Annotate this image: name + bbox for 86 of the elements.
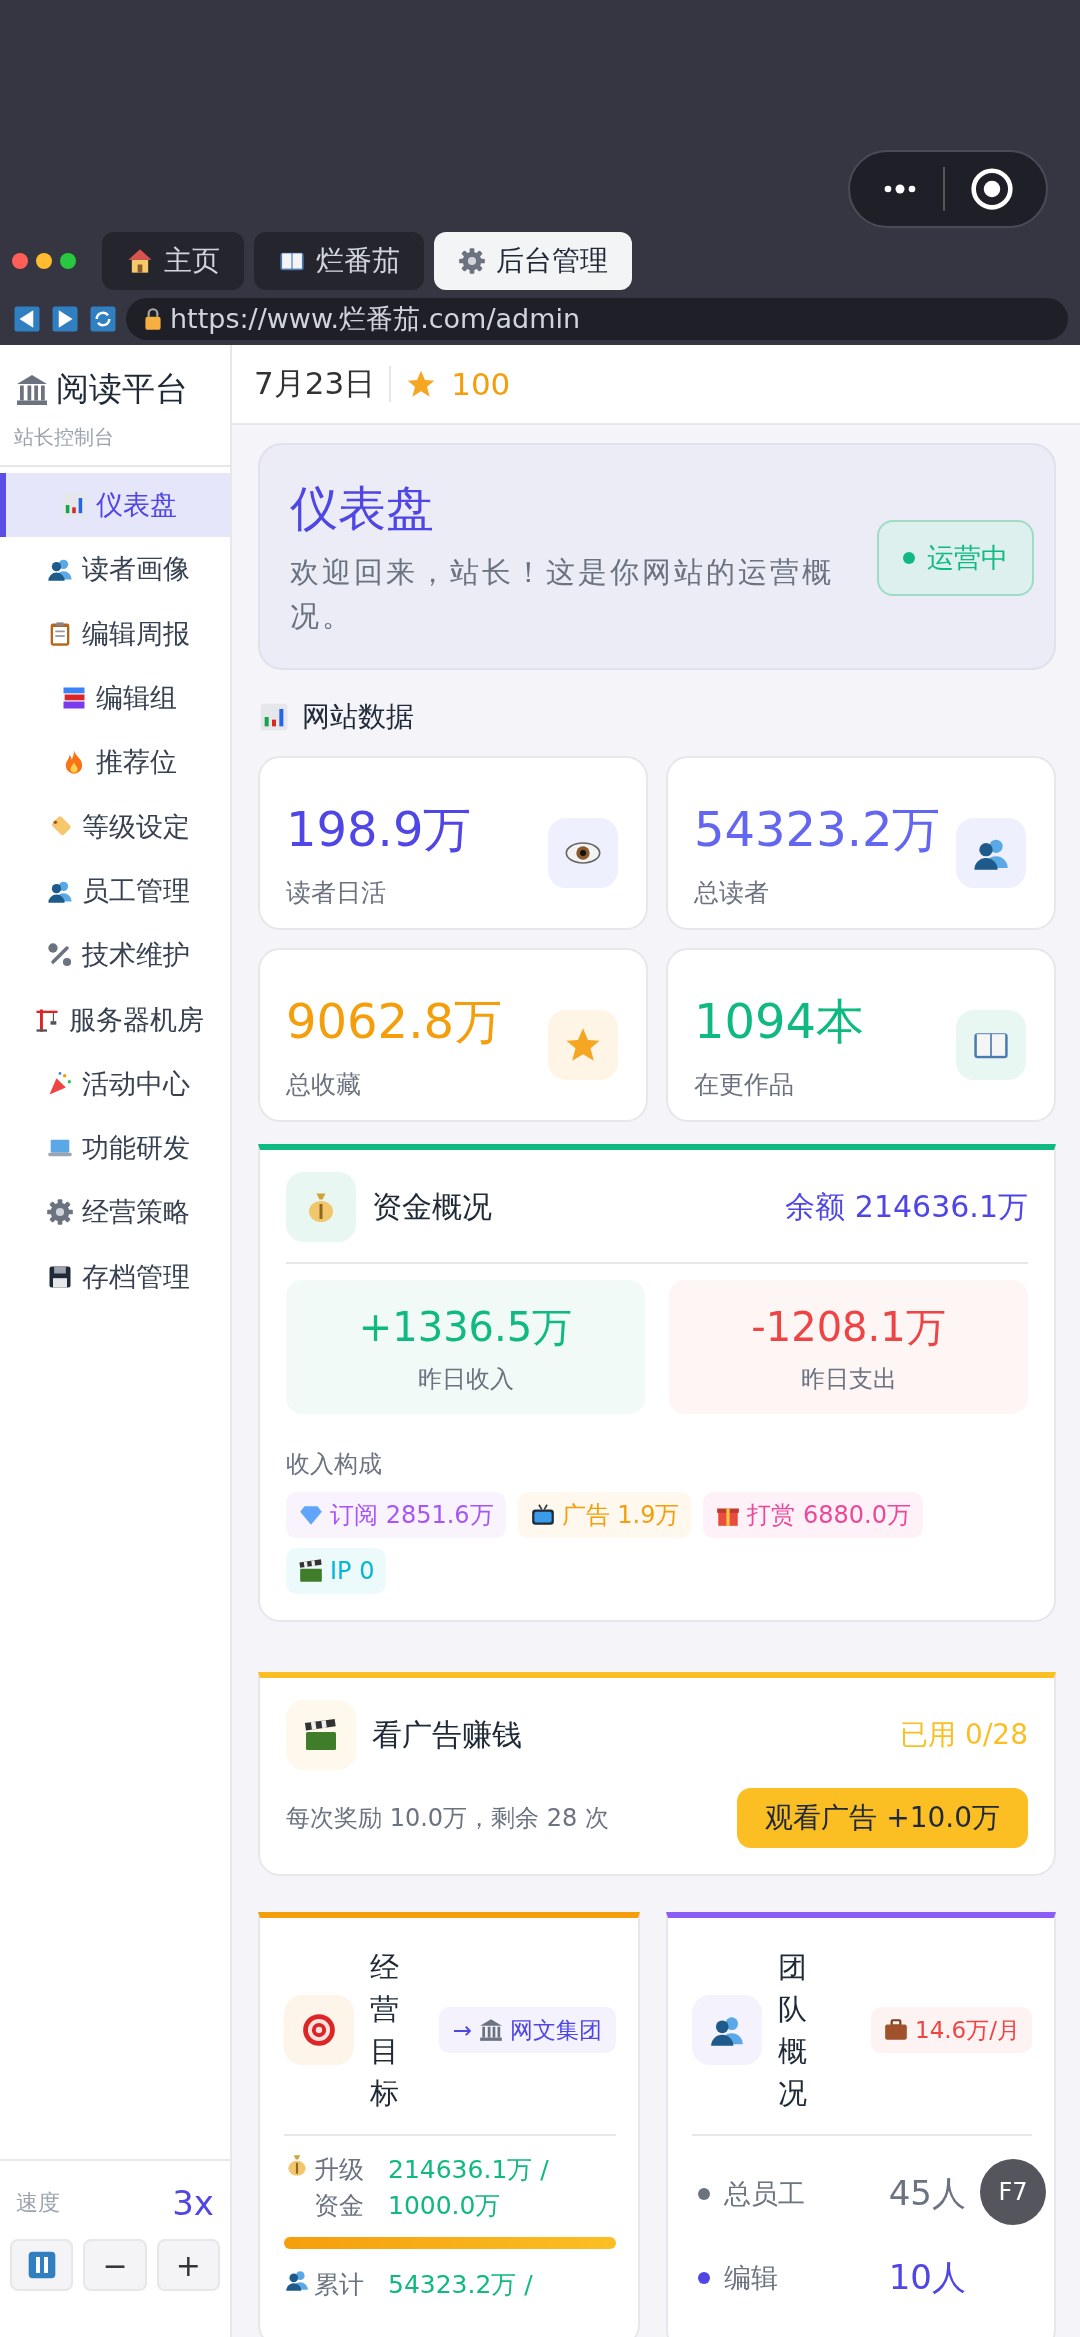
- team-count: 10人: [888, 2256, 966, 2300]
- forward-button[interactable]: [50, 304, 80, 334]
- tv-icon: [529, 1502, 556, 1528]
- bank-icon: [478, 2017, 504, 2044]
- stat-value: 54323.2万: [694, 799, 942, 859]
- income-tag: 订阅 2851.6万: [286, 1492, 506, 1538]
- clapper-icon: [303, 1717, 339, 1753]
- points-text: 100: [451, 366, 511, 402]
- target-circle-icon: [969, 167, 1014, 211]
- stat-value: 1094本: [694, 991, 866, 1051]
- income-tag: 打赏 6880.0万: [703, 1492, 923, 1538]
- stat-value: 9062.8万: [286, 991, 503, 1051]
- app-title: 阅读平台: [56, 368, 188, 410]
- sidebar-item[interactable]: 仪表盘: [0, 473, 230, 538]
- sidebar-item[interactable]: 功能研发: [0, 1115, 230, 1181]
- reward-note: 每次奖励 10.0万，剩余 28 次: [286, 1803, 609, 1834]
- stat-label: 在更作品: [694, 1068, 795, 1101]
- sidebar-item[interactable]: 员工管理: [0, 858, 230, 924]
- window-control-dot[interactable]: [36, 253, 52, 269]
- stat-label: 读者日活: [286, 876, 387, 909]
- date-text: 7月23日: [254, 364, 376, 403]
- team-label: 编辑: [724, 2261, 779, 2296]
- sidebar-item[interactable]: 活动中心: [0, 1051, 230, 1116]
- sidebar-item[interactable]: 编辑组: [0, 665, 230, 731]
- usage-text: 已用 0/28: [900, 1717, 1028, 1753]
- group-link[interactable]: → 网文集团: [438, 2007, 616, 2054]
- browser-tab[interactable]: 后台管理: [434, 232, 632, 290]
- card-title: 团队概况: [778, 1949, 807, 2113]
- refresh-button[interactable]: [88, 304, 118, 334]
- sidebar-item[interactable]: 服务器机房: [0, 987, 230, 1052]
- card-title: 看广告赚钱: [372, 1715, 523, 1754]
- income-tag: 广告 1.9万: [517, 1492, 692, 1538]
- forward-icon: [50, 304, 80, 334]
- salary-tag: 14.6万/月: [871, 2007, 1032, 2054]
- income-label: 昨日收入: [417, 1363, 514, 1395]
- gear-icon: [46, 1198, 74, 1227]
- back-button[interactable]: [12, 304, 42, 334]
- decrease-button[interactable]: −: [83, 2239, 147, 2291]
- back-icon: [12, 304, 42, 334]
- team-label: 总员工: [724, 2177, 806, 2212]
- sidebar-item[interactable]: 等级设定: [0, 794, 230, 859]
- pause-button[interactable]: [10, 2239, 74, 2291]
- team-count: 45人: [888, 2172, 966, 2216]
- watch-ad-button[interactable]: 观看广告 +10.0万: [737, 1788, 1028, 1848]
- stat-value: 198.9万: [286, 799, 473, 859]
- goal-progress-text: 214636.1万 / 1000.0万: [388, 2154, 550, 2223]
- url-text: https://www.烂番茄.com/admin: [170, 302, 581, 336]
- goal-progress-text: 54323.2万 /: [388, 2268, 534, 2301]
- sidebar-item[interactable]: 推荐位: [0, 730, 230, 795]
- speed-label: 速度: [16, 2189, 60, 2217]
- sidebar-item[interactable]: 存档管理: [0, 1244, 230, 1309]
- app-subtitle: 站长控制台: [14, 424, 115, 451]
- clapper-icon: [298, 1558, 324, 1584]
- sidebar-item[interactable]: 读者画像: [0, 537, 230, 602]
- balance-text: 余额 214636.1万: [785, 1187, 1028, 1226]
- chart-icon: [59, 491, 88, 520]
- income-value: +1336.5万: [358, 1302, 573, 1352]
- stat-label: 总收藏: [286, 1068, 362, 1101]
- window-control-dot[interactable]: [60, 253, 76, 269]
- goal-label: 升级资金: [314, 2154, 365, 2223]
- sidebar-item[interactable]: 经营策略: [0, 1180, 230, 1245]
- card-title: 经营目标: [370, 1949, 399, 2113]
- sidebar-item[interactable]: 技术维护: [0, 923, 230, 988]
- goal-label: 累计: [314, 2268, 364, 2301]
- browser-tab[interactable]: 主页: [102, 232, 244, 290]
- close-button[interactable]: [969, 167, 1014, 211]
- stat-label: 总读者: [694, 876, 770, 909]
- url-field[interactable]: https://www.烂番茄.com/admin: [126, 298, 1068, 340]
- welcome-message: 欢迎回来，站长！这是你网站的运营概况。: [290, 554, 835, 635]
- house-icon: [126, 247, 154, 275]
- window-control-dot[interactable]: [12, 253, 28, 269]
- increase-button[interactable]: +: [156, 2239, 220, 2291]
- gear-icon: [458, 247, 486, 275]
- section-heading: 网站数据: [302, 699, 414, 735]
- card-title: 资金概况: [372, 1187, 493, 1226]
- page-title: 仪表盘: [290, 479, 435, 538]
- income-tag: IP 0: [286, 1548, 387, 1594]
- browser-tab[interactable]: 烂番茄: [254, 232, 424, 290]
- chart-icon: [258, 701, 290, 733]
- sidebar-item[interactable]: 编辑周报: [0, 601, 230, 666]
- refresh-icon: [88, 304, 118, 334]
- expense-label: 昨日支出: [800, 1363, 897, 1395]
- expense-value: -1208.1万: [751, 1302, 946, 1352]
- status-badge: 运营中: [877, 519, 1034, 596]
- speed-value: 3x: [172, 2183, 214, 2223]
- breakdown-label: 收入构成: [286, 1449, 383, 1480]
